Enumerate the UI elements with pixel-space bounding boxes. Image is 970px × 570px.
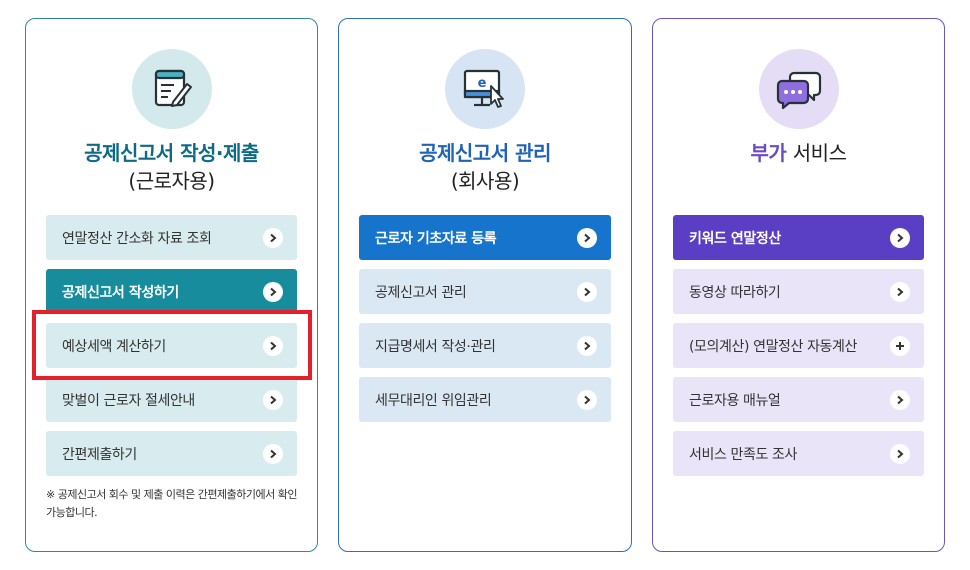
- card-menu: 키워드 연말정산 동영상 따라하기 (모의계산) 연말정산 자동계산 근로자용 …: [673, 215, 924, 485]
- chevron-right-icon: [890, 281, 910, 302]
- menu-item-write-deduction-form[interactable]: 공제신고서 작성하기: [46, 269, 297, 314]
- menu-item-employee-manual[interactable]: 근로자용 매뉴얼: [673, 377, 924, 422]
- menu-item-label: 간편제출하기: [62, 446, 137, 463]
- chevron-right-icon: [263, 389, 283, 410]
- menu-item-label: 동영상 따라하기: [689, 284, 781, 301]
- menu-item-label: 공제신고서 작성하기: [62, 284, 179, 301]
- menu-item-label: 공제신고서 관리: [375, 284, 467, 301]
- chevron-right-icon: [577, 281, 597, 302]
- card-menu: 근로자 기초자료 등록 공제신고서 관리 지급명세서 작성·관리 세무대리인 위…: [359, 215, 611, 431]
- menu-item-tax-agent-delegation[interactable]: 세무대리인 위임관리: [359, 377, 611, 422]
- card-title-rest: 서비스: [792, 141, 847, 165]
- menu-item-satisfaction-survey[interactable]: 서비스 만족도 조사: [673, 431, 924, 476]
- menu-item-label: (모의계산) 연말정산 자동계산: [689, 338, 857, 355]
- menu-item-keyword-settlement[interactable]: 키워드 연말정산: [673, 215, 924, 260]
- document-pen-icon: [131, 49, 212, 129]
- menu-item-label: 세무대리인 위임관리: [375, 392, 492, 409]
- chevron-right-icon: [577, 389, 597, 410]
- chevron-right-icon: [263, 443, 283, 464]
- card-title-accent: 부가: [750, 141, 787, 165]
- chat-bubbles-icon: [758, 49, 839, 129]
- svg-text:e: e: [478, 76, 487, 91]
- menu-item-simple-submit[interactable]: 간편제출하기: [46, 431, 297, 476]
- chevron-right-icon: [263, 227, 283, 248]
- menu-item-payment-statement[interactable]: 지급명세서 작성·관리: [359, 323, 611, 368]
- chevron-right-icon: [577, 335, 597, 356]
- chevron-right-icon: [263, 335, 283, 356]
- card-additional-services: 부가 서비스 키워드 연말정산 동영상 따라하기 (모의계산) 연말정산 자동계…: [652, 18, 945, 552]
- card-menu: 연말정산 간소화 자료 조회 공제신고서 작성하기 예상세액 계산하기 맞벌이 …: [46, 215, 297, 485]
- card-company-management: e 공제신고서 관리 (회사용) 근로자 기초자료 등록 공제신고서 관리 지급…: [338, 18, 632, 552]
- card-title: 공제신고서 작성·제출 (근로자용): [26, 139, 317, 195]
- card-title: 공제신고서 관리 (회사용): [339, 139, 631, 195]
- chevron-right-icon: [890, 443, 910, 464]
- card-title-main: 공제신고서 작성·제출: [84, 141, 259, 165]
- menu-item-simplified-data-lookup[interactable]: 연말정산 간소화 자료 조회: [46, 215, 297, 260]
- menu-item-label: 맞벌이 근로자 절세안내: [62, 392, 195, 409]
- menu-item-mock-auto-calc[interactable]: (모의계산) 연말정산 자동계산: [673, 323, 924, 368]
- menu-item-employee-base-data[interactable]: 근로자 기초자료 등록: [359, 215, 611, 260]
- menu-item-label: 근로자용 매뉴얼: [689, 392, 781, 409]
- menu-item-label: 예상세액 계산하기: [62, 338, 166, 355]
- chevron-right-icon: [577, 227, 597, 248]
- menu-item-label: 서비스 만족도 조사: [689, 446, 797, 463]
- menu-item-label: 키워드 연말정산: [689, 230, 781, 247]
- plus-icon: [890, 335, 910, 356]
- monitor-cursor-icon: e: [445, 49, 525, 129]
- menu-item-dual-income-tax-guide[interactable]: 맞벌이 근로자 절세안내: [46, 377, 297, 422]
- card-title-sub: (회사용): [450, 169, 520, 193]
- chevron-right-icon: [890, 227, 910, 248]
- chevron-right-icon: [263, 281, 283, 302]
- menu-item-deduction-form-management[interactable]: 공제신고서 관리: [359, 269, 611, 314]
- card-title-main: 공제신고서 관리: [419, 141, 551, 165]
- menu-item-video-tutorial[interactable]: 동영상 따라하기: [673, 269, 924, 314]
- menu-item-label: 지급명세서 작성·관리: [375, 338, 496, 355]
- card-title-sub: (근로자용): [128, 169, 215, 193]
- menu-item-label: 연말정산 간소화 자료 조회: [62, 230, 212, 247]
- chevron-right-icon: [890, 389, 910, 410]
- card-employee-filing: 공제신고서 작성·제출 (근로자용) 연말정산 간소화 자료 조회 공제신고서 …: [25, 18, 318, 552]
- card-title: 부가 서비스: [653, 139, 944, 167]
- menu-item-estimated-tax-calc[interactable]: 예상세액 계산하기: [46, 323, 297, 368]
- card-note: ※ 공제신고서 회수 및 제출 이력은 간편제출하기에서 확인 가능합니다.: [46, 488, 297, 519]
- menu-item-label: 근로자 기초자료 등록: [375, 230, 497, 247]
